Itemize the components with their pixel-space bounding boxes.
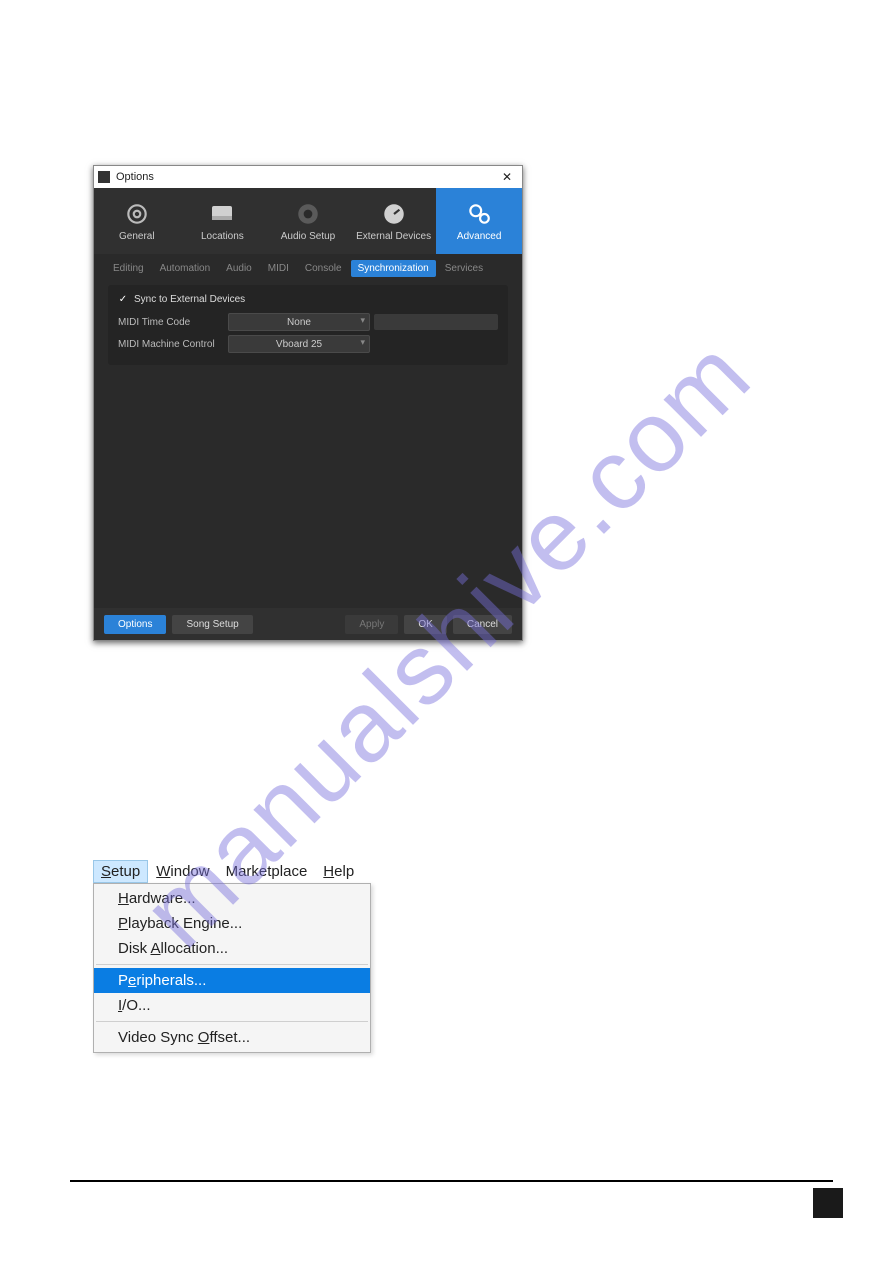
gear-icon	[124, 201, 150, 227]
menu-separator	[96, 964, 368, 965]
menu-item-io[interactable]: I/O...	[94, 993, 370, 1018]
sync-panel: ✓ Sync to External Devices MIDI Time Cod…	[108, 285, 508, 365]
menu-setup-rest: etup	[111, 863, 140, 880]
sync-checkbox-row[interactable]: ✓ Sync to External Devices	[118, 291, 498, 311]
category-label: Audio Setup	[281, 231, 336, 242]
category-label: Locations	[201, 231, 244, 242]
midi-machine-control-label: MIDI Machine Control	[118, 339, 228, 350]
menu-item-disk-allocation[interactable]: Disk Allocation...	[94, 936, 370, 961]
setup-dropdown: Hardware... Playback Engine... Disk Allo…	[93, 883, 371, 1053]
checkmark-icon: ✓	[118, 295, 128, 305]
category-audio-setup[interactable]: Audio Setup	[265, 188, 351, 254]
tab-row: Editing Automation Audio MIDI Console Sy…	[94, 254, 522, 277]
menu-help[interactable]: Help	[315, 860, 362, 883]
ok-button[interactable]: OK	[404, 615, 446, 634]
tab-synchronization[interactable]: Synchronization	[351, 260, 436, 277]
tab-editing[interactable]: Editing	[106, 260, 151, 277]
cancel-button[interactable]: Cancel	[453, 615, 512, 634]
midi-time-code-label: MIDI Time Code	[118, 317, 228, 328]
close-button[interactable]: ✕	[496, 170, 518, 184]
menu-setup[interactable]: Setup	[93, 860, 148, 883]
cogs-icon	[466, 201, 492, 227]
category-locations[interactable]: Locations	[180, 188, 266, 254]
options-button[interactable]: Options	[104, 615, 166, 634]
menu-item-video-sync-offset[interactable]: Video Sync Offset...	[94, 1025, 370, 1050]
category-label: Advanced	[457, 231, 501, 242]
midi-time-code-extra	[374, 314, 498, 330]
gauge-icon	[381, 201, 407, 227]
horizontal-rule	[70, 1180, 833, 1182]
drive-icon	[209, 201, 235, 227]
midi-time-code-row: MIDI Time Code None	[118, 311, 498, 333]
options-dialog: Options ✕ General Locations Audio Setup	[93, 165, 523, 641]
speaker-icon	[295, 201, 321, 227]
tab-midi[interactable]: MIDI	[261, 260, 296, 277]
menu-marketplace[interactable]: Marketplace	[218, 860, 316, 883]
midi-machine-control-row: MIDI Machine Control Vboard 25	[118, 333, 498, 355]
titlebar: Options ✕	[94, 166, 522, 188]
app-icon	[98, 171, 110, 183]
tab-console[interactable]: Console	[298, 260, 349, 277]
menu-item-peripherals[interactable]: Peripherals...	[94, 968, 370, 993]
midi-machine-control-dropdown[interactable]: Vboard 25	[228, 335, 370, 353]
setup-menu-screenshot: Setup Window Marketplace Help Hardware..…	[93, 860, 371, 1053]
midi-time-code-dropdown[interactable]: None	[228, 313, 370, 331]
menu-window[interactable]: Window	[148, 860, 217, 883]
dialog-footer: Options Song Setup Apply OK Cancel	[94, 608, 522, 640]
tab-audio[interactable]: Audio	[219, 260, 259, 277]
menu-item-playback-engine[interactable]: Playback Engine...	[94, 911, 370, 936]
menu-window-rest: indow	[170, 863, 209, 880]
menubar: Setup Window Marketplace Help	[93, 860, 371, 883]
category-label: General	[119, 231, 155, 242]
menu-help-rest: elp	[334, 863, 354, 880]
category-advanced[interactable]: Advanced	[436, 188, 522, 254]
category-row: General Locations Audio Setup External D…	[94, 188, 522, 254]
category-label: External Devices	[356, 231, 431, 242]
category-general[interactable]: General	[94, 188, 180, 254]
menu-item-hardware[interactable]: Hardware...	[94, 886, 370, 911]
tab-automation[interactable]: Automation	[153, 260, 218, 277]
page-number-block	[813, 1188, 843, 1218]
apply-button: Apply	[345, 615, 398, 634]
sync-checkbox-label: Sync to External Devices	[134, 294, 245, 305]
song-setup-button[interactable]: Song Setup	[172, 615, 252, 634]
window-title: Options	[116, 171, 496, 183]
category-external-devices[interactable]: External Devices	[351, 188, 437, 254]
menu-separator	[96, 1021, 368, 1022]
tab-services[interactable]: Services	[438, 260, 490, 277]
